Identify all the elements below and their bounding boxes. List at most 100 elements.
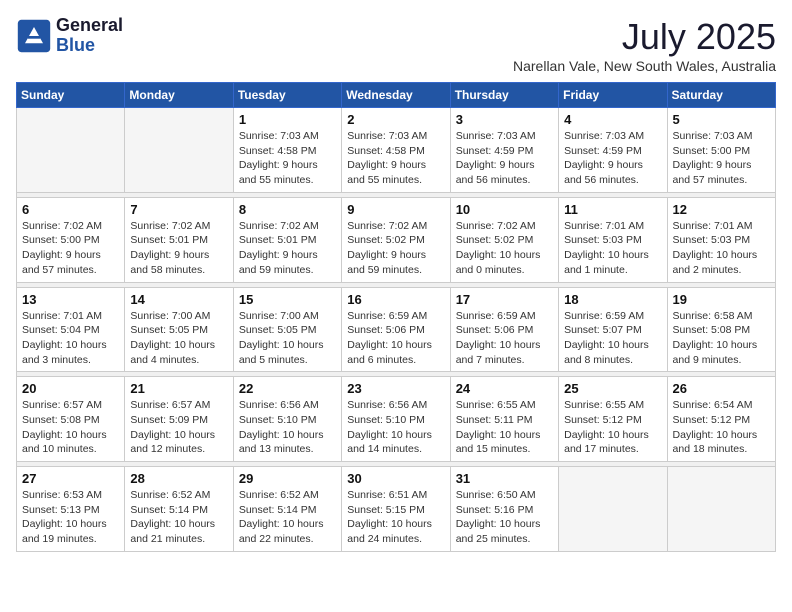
calendar-cell: 1Sunrise: 7:03 AM Sunset: 4:58 PM Daylig… xyxy=(233,108,341,193)
day-info: Sunrise: 6:52 AM Sunset: 5:14 PM Dayligh… xyxy=(130,488,227,547)
day-info: Sunrise: 7:02 AM Sunset: 5:02 PM Dayligh… xyxy=(456,219,553,278)
calendar-cell: 6Sunrise: 7:02 AM Sunset: 5:00 PM Daylig… xyxy=(17,197,125,282)
day-info: Sunrise: 6:58 AM Sunset: 5:08 PM Dayligh… xyxy=(673,309,770,368)
calendar-cell: 23 Sunrise: 6:56 AM Sunset: 5:10 PM Dayli… xyxy=(342,377,450,462)
calendar-cell: 31 Sunrise: 6:50 AM Sunset: 5:16 PM Dayli… xyxy=(450,467,558,552)
day-info: Sunrise: 7:00 AM Sunset: 5:05 PM Dayligh… xyxy=(130,309,227,368)
calendar-cell: 10 Sunrise: 7:02 AM Sunset: 5:02 PM Dayli… xyxy=(450,197,558,282)
calendar-cell: 21 Sunrise: 6:57 AM Sunset: 5:09 PM Dayli… xyxy=(125,377,233,462)
location-subtitle: Narellan Vale, New South Wales, Australi… xyxy=(513,58,776,74)
day-number: 3 xyxy=(456,112,553,127)
calendar-cell: 4 Sunrise: 7:03 AM Sunset: 4:59 PM Daylig… xyxy=(559,108,667,193)
calendar-cell: 17 Sunrise: 6:59 AM Sunset: 5:06 PM Dayli… xyxy=(450,287,558,372)
calendar-cell: 28 Sunrise: 6:52 AM Sunset: 5:14 PM Dayli… xyxy=(125,467,233,552)
title-block: July 2025 Narellan Vale, New South Wales… xyxy=(513,16,776,74)
calendar-table: SundayMondayTuesdayWednesdayThursdayFrid… xyxy=(16,82,776,552)
calendar-cell: 24Sunrise: 6:55 AM Sunset: 5:11 PM Dayli… xyxy=(450,377,558,462)
day-number: 5 xyxy=(673,112,770,127)
day-info: Sunrise: 7:02 AM Sunset: 5:01 PM Dayligh… xyxy=(130,219,227,278)
day-number: 17 xyxy=(456,292,553,307)
calendar-cell: 8 Sunrise: 7:02 AM Sunset: 5:01 PM Daylig… xyxy=(233,197,341,282)
day-number: 31 xyxy=(456,471,553,486)
day-number: 24 xyxy=(456,381,553,396)
day-info: Sunrise: 6:51 AM Sunset: 5:15 PM Dayligh… xyxy=(347,488,444,547)
calendar-cell: 13 Sunrise: 7:01 AM Sunset: 5:04 PM Dayli… xyxy=(17,287,125,372)
calendar-week-3: 13 Sunrise: 7:01 AM Sunset: 5:04 PM Dayli… xyxy=(17,287,776,372)
calendar-cell: 16 Sunrise: 6:59 AM Sunset: 5:06 PM Dayli… xyxy=(342,287,450,372)
day-info: Sunrise: 7:03 AM Sunset: 4:59 PM Dayligh… xyxy=(564,129,661,188)
day-info: Sunrise: 6:55 AM Sunset: 5:12 PM Dayligh… xyxy=(564,398,661,457)
weekday-header-sunday: Sunday xyxy=(17,83,125,108)
calendar-cell xyxy=(125,108,233,193)
calendar-cell: 5 Sunrise: 7:03 AM Sunset: 5:00 PM Daylig… xyxy=(667,108,775,193)
day-number: 22 xyxy=(239,381,336,396)
calendar-cell xyxy=(559,467,667,552)
day-number: 30 xyxy=(347,471,444,486)
calendar-cell: 26 Sunrise: 6:54 AM Sunset: 5:12 PM Dayli… xyxy=(667,377,775,462)
day-number: 28 xyxy=(130,471,227,486)
day-info: Sunrise: 7:01 AM Sunset: 5:03 PM Dayligh… xyxy=(564,219,661,278)
calendar-cell: 14 Sunrise: 7:00 AM Sunset: 5:05 PM Dayli… xyxy=(125,287,233,372)
day-info: Sunrise: 6:59 AM Sunset: 5:06 PM Dayligh… xyxy=(456,309,553,368)
day-number: 21 xyxy=(130,381,227,396)
day-number: 23 xyxy=(347,381,444,396)
calendar-cell: 27 Sunrise: 6:53 AM Sunset: 5:13 PM Dayli… xyxy=(17,467,125,552)
day-number: 26 xyxy=(673,381,770,396)
day-info: Sunrise: 6:53 AM Sunset: 5:13 PM Dayligh… xyxy=(22,488,119,547)
calendar-cell: 2 Sunrise: 7:03 AM Sunset: 4:58 PM Daylig… xyxy=(342,108,450,193)
day-info: Sunrise: 6:57 AM Sunset: 5:08 PM Dayligh… xyxy=(22,398,119,457)
day-number: 2 xyxy=(347,112,444,127)
day-number: 6 xyxy=(22,202,119,217)
calendar-week-1: 1Sunrise: 7:03 AM Sunset: 4:58 PM Daylig… xyxy=(17,108,776,193)
day-info: Sunrise: 7:01 AM Sunset: 5:04 PM Dayligh… xyxy=(22,309,119,368)
day-info: Sunrise: 6:59 AM Sunset: 5:06 PM Dayligh… xyxy=(347,309,444,368)
day-number: 10 xyxy=(456,202,553,217)
calendar-cell: 15Sunrise: 7:00 AM Sunset: 5:05 PM Dayli… xyxy=(233,287,341,372)
calendar-cell: 9Sunrise: 7:02 AM Sunset: 5:02 PM Daylig… xyxy=(342,197,450,282)
calendar-cell: 20Sunrise: 6:57 AM Sunset: 5:08 PM Dayli… xyxy=(17,377,125,462)
calendar-cell: 19 Sunrise: 6:58 AM Sunset: 5:08 PM Dayli… xyxy=(667,287,775,372)
day-number: 13 xyxy=(22,292,119,307)
day-number: 27 xyxy=(22,471,119,486)
weekday-header-wednesday: Wednesday xyxy=(342,83,450,108)
calendar-cell: 22 Sunrise: 6:56 AM Sunset: 5:10 PM Dayli… xyxy=(233,377,341,462)
day-number: 4 xyxy=(564,112,661,127)
day-number: 12 xyxy=(673,202,770,217)
day-number: 19 xyxy=(673,292,770,307)
day-info: Sunrise: 6:59 AM Sunset: 5:07 PM Dayligh… xyxy=(564,309,661,368)
day-info: Sunrise: 7:01 AM Sunset: 5:03 PM Dayligh… xyxy=(673,219,770,278)
logo: General Blue xyxy=(16,16,123,56)
day-info: Sunrise: 6:52 AM Sunset: 5:14 PM Dayligh… xyxy=(239,488,336,547)
calendar-cell: 30 Sunrise: 6:51 AM Sunset: 5:15 PM Dayli… xyxy=(342,467,450,552)
day-number: 16 xyxy=(347,292,444,307)
day-info: Sunrise: 7:03 AM Sunset: 4:59 PM Dayligh… xyxy=(456,129,553,188)
day-number: 7 xyxy=(130,202,227,217)
calendar-cell: 18Sunrise: 6:59 AM Sunset: 5:07 PM Dayli… xyxy=(559,287,667,372)
calendar-cell: 7 Sunrise: 7:02 AM Sunset: 5:01 PM Daylig… xyxy=(125,197,233,282)
day-number: 15 xyxy=(239,292,336,307)
day-info: Sunrise: 6:54 AM Sunset: 5:12 PM Dayligh… xyxy=(673,398,770,457)
day-info: Sunrise: 6:56 AM Sunset: 5:10 PM Dayligh… xyxy=(347,398,444,457)
day-info: Sunrise: 7:03 AM Sunset: 5:00 PM Dayligh… xyxy=(673,129,770,188)
logo-icon xyxy=(16,18,52,54)
calendar-week-4: 20Sunrise: 6:57 AM Sunset: 5:08 PM Dayli… xyxy=(17,377,776,462)
calendar-cell: 3 Sunrise: 7:03 AM Sunset: 4:59 PM Daylig… xyxy=(450,108,558,193)
day-info: Sunrise: 6:56 AM Sunset: 5:10 PM Dayligh… xyxy=(239,398,336,457)
day-info: Sunrise: 6:57 AM Sunset: 5:09 PM Dayligh… xyxy=(130,398,227,457)
day-number: 8 xyxy=(239,202,336,217)
day-number: 14 xyxy=(130,292,227,307)
day-info: Sunrise: 6:50 AM Sunset: 5:16 PM Dayligh… xyxy=(456,488,553,547)
day-number: 25 xyxy=(564,381,661,396)
day-info: Sunrise: 7:02 AM Sunset: 5:01 PM Dayligh… xyxy=(239,219,336,278)
day-number: 9 xyxy=(347,202,444,217)
weekday-header-thursday: Thursday xyxy=(450,83,558,108)
weekday-header-row: SundayMondayTuesdayWednesdayThursdayFrid… xyxy=(17,83,776,108)
calendar-week-5: 27 Sunrise: 6:53 AM Sunset: 5:13 PM Dayli… xyxy=(17,467,776,552)
calendar-cell: 25 Sunrise: 6:55 AM Sunset: 5:12 PM Dayli… xyxy=(559,377,667,462)
weekday-header-tuesday: Tuesday xyxy=(233,83,341,108)
calendar-cell xyxy=(667,467,775,552)
day-info: Sunrise: 7:03 AM Sunset: 4:58 PM Dayligh… xyxy=(347,129,444,188)
weekday-header-saturday: Saturday xyxy=(667,83,775,108)
month-title: July 2025 xyxy=(513,16,776,58)
calendar-cell xyxy=(17,108,125,193)
